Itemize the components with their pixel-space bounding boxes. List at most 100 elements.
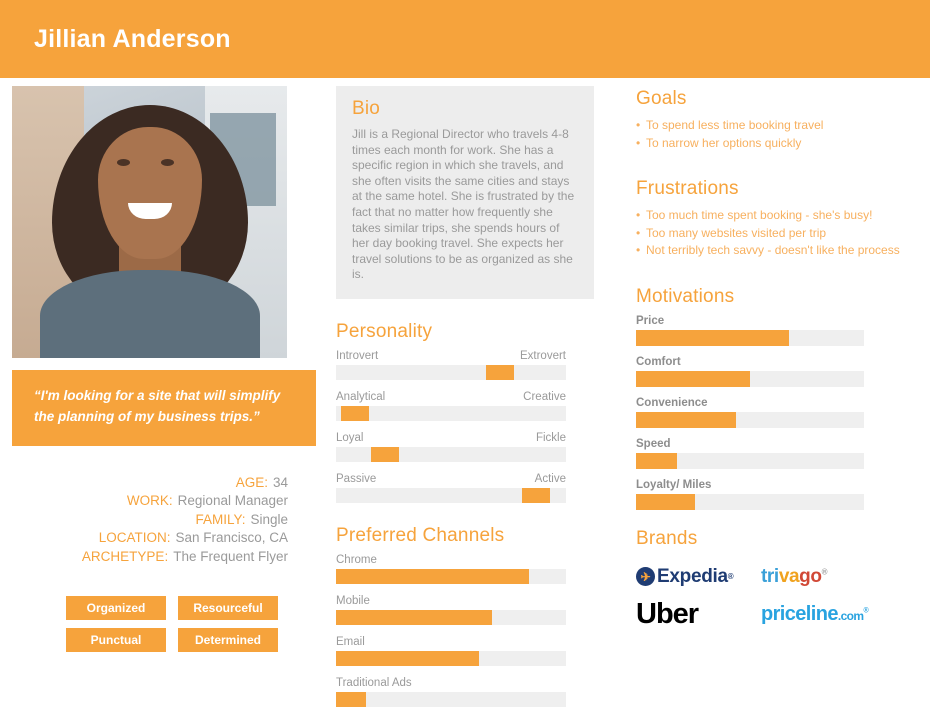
motivation-bar-fill xyxy=(636,329,789,346)
personality-slider-knob[interactable] xyxy=(370,446,399,462)
demographic-value: San Francisco, CA xyxy=(175,530,288,546)
channel-label: Traditional Ads xyxy=(336,676,412,689)
goals-title: Goals xyxy=(636,88,687,109)
motivation-bar-fill xyxy=(636,370,750,387)
demographic-value: The Frequent Flyer xyxy=(173,548,288,564)
channel-label: Chrome xyxy=(336,553,377,566)
trivago-part-3: go xyxy=(799,565,822,587)
page-content: “I'm looking for a site that will simpli… xyxy=(0,78,930,718)
personality-section: Personality Introvert Extrovert Analytic… xyxy=(336,321,566,503)
goal-item: To narrow her options quickly xyxy=(636,135,930,153)
trivago-part-1: tri xyxy=(761,565,779,587)
goal-item: To spend less time booking travel xyxy=(636,117,930,135)
trait-tag: Organized xyxy=(66,596,166,621)
motivations-title: Motivations xyxy=(636,285,735,307)
bio-title: Bio xyxy=(352,98,381,119)
motivation-label: Speed xyxy=(636,437,671,450)
frustrations-title: Frustrations xyxy=(636,178,739,199)
motivation-bar-fill xyxy=(636,452,678,469)
motivation-row: Convenience xyxy=(636,397,930,428)
page-header: Jillian Anderson xyxy=(0,0,930,78)
channel-row: Traditional Ads xyxy=(336,677,566,707)
demographic-row: WORK: Regional Manager xyxy=(0,492,288,511)
channel-row: Chrome xyxy=(336,554,566,584)
channel-bar-fill xyxy=(336,568,530,584)
personality-left-label: Loyal xyxy=(336,431,364,444)
channel-row: Mobile xyxy=(336,595,566,625)
personality-row-labels: Loyal Fickle xyxy=(336,432,566,444)
priceline-wordmark: priceline xyxy=(761,603,838,625)
channel-bar-fill xyxy=(336,650,479,666)
channel-label: Mobile xyxy=(336,594,370,607)
channel-bar-track xyxy=(336,650,566,666)
personality-slider-knob[interactable] xyxy=(340,405,369,421)
personality-slider-track[interactable] xyxy=(336,487,566,503)
brands-title: Brands xyxy=(636,527,698,549)
motivation-bar-track xyxy=(636,411,864,428)
demographics-list: AGE: 34 WORK: Regional Manager FAMILY: S… xyxy=(0,474,336,567)
personality-row-labels: Introvert Extrovert xyxy=(336,350,566,362)
demographic-row: LOCATION: San Francisco, CA xyxy=(0,529,288,548)
registered-mark: ® xyxy=(727,572,734,581)
motivation-bar-track xyxy=(636,329,864,346)
motivation-bar-track xyxy=(636,493,864,510)
motivation-row: Speed xyxy=(636,438,930,469)
personality-right-label: Active xyxy=(534,472,566,485)
demographic-value: 34 xyxy=(272,474,288,490)
personality-slider-track[interactable] xyxy=(336,446,566,462)
brand-priceline: priceline.com® xyxy=(761,596,886,634)
registered-mark: ® xyxy=(863,607,869,615)
personality-right-label: Creative xyxy=(523,390,566,403)
photo-face xyxy=(97,126,202,259)
motivations-section: Motivations Price Comfort Convenience Sp… xyxy=(636,286,930,510)
trait-tag: Punctual xyxy=(66,628,166,653)
persona-quote: “I'm looking for a site that will simpli… xyxy=(12,370,316,446)
personality-title: Personality xyxy=(336,320,433,342)
demographic-label: LOCATION: xyxy=(98,530,171,546)
middle-column: Bio Jill is a Regional Director who trav… xyxy=(336,78,636,718)
personality-slider-knob[interactable] xyxy=(485,364,514,380)
motivation-label: Loyalty/ Miles xyxy=(636,478,712,491)
demographic-row: AGE: 34 xyxy=(0,474,288,493)
personality-left-label: Introvert xyxy=(336,349,379,362)
frustration-item: Too much time spent booking - she's busy… xyxy=(636,207,930,225)
demographic-value: Regional Manager xyxy=(177,493,288,509)
channel-bar-fill xyxy=(336,691,366,707)
right-column: Goals To spend less time booking travel … xyxy=(636,78,930,718)
personality-slider-track[interactable] xyxy=(336,364,566,380)
demographic-label: ARCHETYPE: xyxy=(81,548,169,564)
personality-row: Analytical Creative xyxy=(336,391,566,421)
personality-row-labels: Passive Active xyxy=(336,473,566,485)
expedia-logo: ✈ Expedia ® xyxy=(636,565,734,588)
trivago-part-2: va xyxy=(778,565,800,587)
frustrations-list: Too much time spent booking - she's busy… xyxy=(636,207,930,260)
personality-slider-knob[interactable] xyxy=(522,487,551,503)
goals-section: Goals To spend less time booking travel … xyxy=(636,88,930,152)
uber-logo: Uber xyxy=(636,598,699,630)
personality-row: Loyal Fickle xyxy=(336,432,566,462)
brand-trivago: trivago® xyxy=(761,558,886,596)
registered-mark: ® xyxy=(821,567,828,577)
channel-row: Email xyxy=(336,636,566,666)
personality-left-label: Analytical xyxy=(336,390,386,403)
trait-tag-list: Organized Resourceful Punctual Determine… xyxy=(66,596,278,653)
expedia-wordmark: Expedia xyxy=(657,565,728,587)
motivation-row: Comfort xyxy=(636,356,930,387)
demographic-row: FAMILY: Single xyxy=(0,511,288,530)
priceline-logo: priceline.com® xyxy=(761,603,869,626)
persona-photo xyxy=(12,86,287,358)
trivago-logo: trivago® xyxy=(761,566,827,588)
motivation-label: Convenience xyxy=(636,396,708,409)
channels-title: Preferred Channels xyxy=(336,524,505,546)
demographic-value: Single xyxy=(250,511,288,527)
trait-tag: Resourceful xyxy=(178,596,278,621)
personality-slider-track[interactable] xyxy=(336,405,566,421)
motivation-row: Price xyxy=(636,315,930,346)
channel-bar-track xyxy=(336,691,566,707)
motivation-bar-fill xyxy=(636,411,737,428)
frustration-item: Too many websites visited per trip xyxy=(636,225,930,243)
photo-torso xyxy=(39,270,260,358)
personality-row: Passive Active xyxy=(336,473,566,503)
motivation-bar-track xyxy=(636,370,864,387)
brand-expedia: ✈ Expedia ® xyxy=(636,558,761,596)
